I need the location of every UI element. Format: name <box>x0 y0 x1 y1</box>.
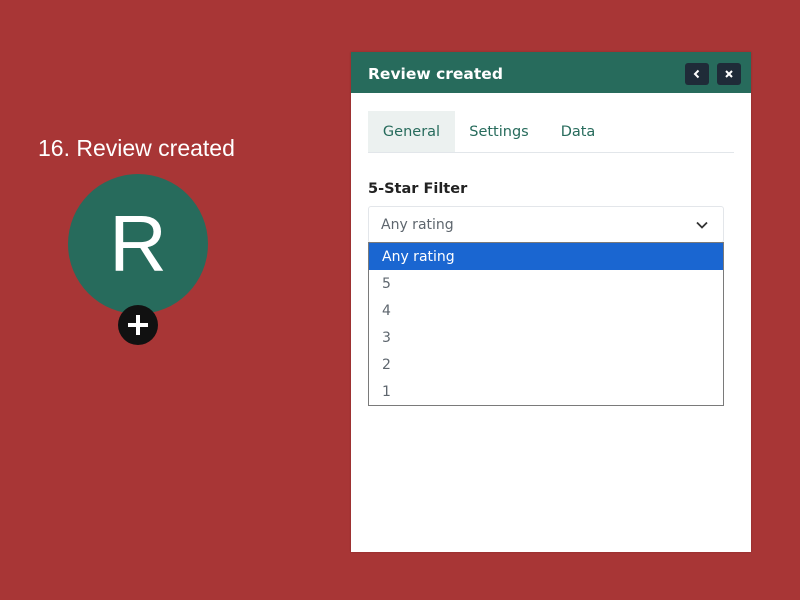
filter-label: 5-Star Filter <box>368 181 468 197</box>
option-5[interactable]: 5 <box>369 270 723 297</box>
rating-options-list: Any rating 5 4 3 2 1 <box>368 242 724 406</box>
tab-bar: General Settings Data <box>368 111 734 153</box>
chevron-left-icon <box>693 69 700 79</box>
back-button[interactable] <box>685 63 709 85</box>
close-icon <box>725 70 733 78</box>
panel-header: Review created <box>351 52 751 93</box>
close-button[interactable] <box>717 63 741 85</box>
node-title: 16. Review created <box>38 135 235 161</box>
option-3[interactable]: 3 <box>369 324 723 351</box>
option-4[interactable]: 4 <box>369 297 723 324</box>
add-step-button[interactable] <box>118 305 158 345</box>
tab-settings[interactable]: Settings <box>461 111 537 152</box>
tab-general[interactable]: General <box>368 111 455 152</box>
chevron-down-icon <box>696 221 708 229</box>
option-1[interactable]: 1 <box>369 378 723 405</box>
select-value: Any rating <box>381 217 454 233</box>
option-any-rating[interactable]: Any rating <box>369 243 723 270</box>
settings-panel: Review created General Settings Data 5-S… <box>351 52 751 552</box>
rating-filter-select[interactable]: Any rating <box>368 206 724 243</box>
option-2[interactable]: 2 <box>369 351 723 378</box>
panel-title: Review created <box>368 65 503 83</box>
tab-data[interactable]: Data <box>547 111 609 152</box>
plus-icon <box>128 315 148 335</box>
node-avatar[interactable]: R <box>68 174 208 314</box>
